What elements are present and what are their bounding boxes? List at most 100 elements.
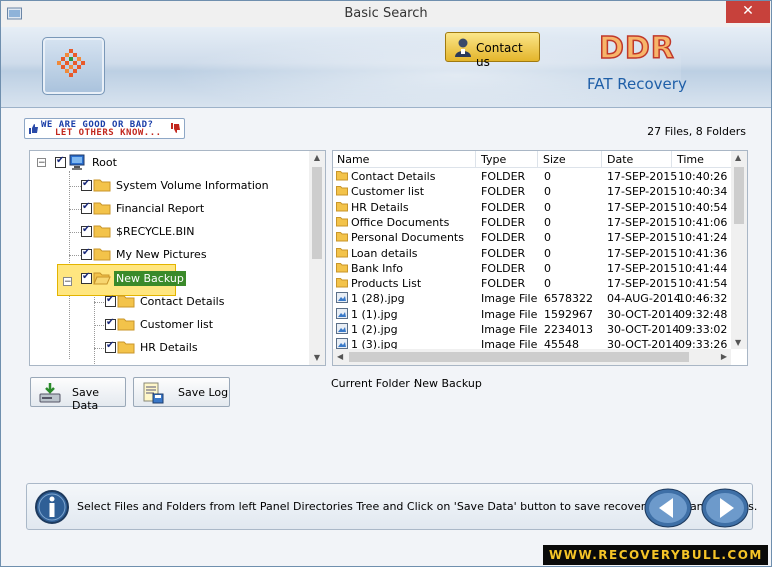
file-row[interactable]: Contact Details FOLDER 0 17-SEP-2015 10:40:2…	[333, 169, 731, 184]
file-type: Image File	[481, 292, 538, 306]
file-date: 30-OCT-2014	[607, 307, 680, 321]
file-size: 0	[544, 170, 551, 183]
file-size: 1592967	[544, 307, 593, 321]
file-size: 0	[544, 277, 551, 291]
file-type: FOLDER	[481, 277, 526, 291]
file-folder-count: 27 Files, 8 Folders	[647, 125, 746, 138]
file-type: FOLDER	[481, 231, 526, 245]
file-time: 10:41:06	[678, 215, 728, 229]
file-row[interactable]: Products List FOLDER 0 17-SEP-2015 10:41:54	[333, 276, 731, 291]
computer-icon	[69, 154, 85, 170]
file-time: 10:41:24	[678, 231, 728, 245]
file-name: Products List	[351, 277, 422, 291]
node-checkbox[interactable]	[81, 224, 92, 237]
file-row[interactable]: 1 (2).jpg Image File 2234013 30-OCT-2014 09:…	[333, 322, 731, 337]
tree-node-contact-details[interactable]: Contact Details	[30, 292, 300, 312]
root-checkbox[interactable]	[55, 155, 66, 168]
column-header-date[interactable]: Date	[607, 153, 633, 166]
tree-node-recycle-bin[interactable]: $RECYCLE.BIN	[30, 222, 300, 242]
file-date: 30-OCT-2014	[607, 323, 680, 336]
title-bar: Basic Search ✕	[1, 1, 771, 27]
node-checkbox[interactable]	[105, 340, 116, 353]
file-size: 2234013	[544, 323, 593, 336]
scroll-right-arrow-icon[interactable]: ▶	[721, 352, 727, 361]
file-date: 17-SEP-2015	[607, 231, 678, 245]
tree-node-system-volume-information[interactable]: System Volume Information	[30, 176, 300, 196]
directory-tree[interactable]: − Root System Volume Information Financi…	[29, 150, 326, 366]
next-button[interactable]	[701, 488, 749, 528]
column-header-time[interactable]: Time	[677, 153, 704, 166]
tree-node-label: My New Pictures	[116, 248, 207, 261]
tree-node-label: Root	[92, 156, 117, 169]
file-row[interactable]: Bank Info FOLDER 0 17-SEP-2015 10:41:44	[333, 261, 731, 276]
file-time: 10:40:54	[678, 200, 728, 214]
file-row[interactable]: Customer list FOLDER 0 17-SEP-2015 10:40:34	[333, 184, 731, 199]
file-row[interactable]: HR Details FOLDER 0 17-SEP-2015 10:40:54	[333, 200, 731, 215]
scroll-thumb[interactable]	[349, 352, 689, 362]
save-log-icon	[143, 382, 164, 404]
folder-icon	[117, 295, 135, 308]
save-log-label: Save Log	[178, 386, 229, 399]
back-button[interactable]	[644, 488, 692, 528]
thumbs-up-icon	[29, 124, 38, 134]
file-row[interactable]: Personal Documents FOLDER 0 17-SEP-2015 10:4…	[333, 230, 731, 245]
tree-node-customer-list[interactable]: Customer list	[30, 315, 300, 335]
folder-icon	[117, 318, 135, 331]
contact-us-button[interactable]: Contact us	[445, 32, 540, 69]
tree-node-my-new-pictures[interactable]: My New Pictures	[30, 245, 300, 265]
scroll-left-arrow-icon[interactable]: ◀	[337, 352, 343, 361]
website-footer[interactable]: WWW.RECOVERYBULL.COM	[543, 545, 768, 565]
folder-icon	[93, 202, 111, 215]
tree-vertical-scrollbar[interactable]: ▲ ▼	[309, 151, 325, 365]
scroll-down-arrow-icon[interactable]: ▼	[309, 351, 325, 365]
file-list[interactable]: Name Type Size Date Time Contact Details…	[332, 150, 748, 366]
tree-node-hr-details[interactable]: HR Details	[30, 338, 300, 358]
folder-icon	[336, 186, 348, 196]
node-checkbox[interactable]	[81, 247, 92, 260]
file-name: Customer list	[351, 185, 425, 199]
save-data-button[interactable]: Save Data	[30, 377, 126, 412]
image-file-icon	[336, 323, 348, 334]
scroll-thumb[interactable]	[734, 167, 744, 224]
node-checkbox[interactable]	[81, 178, 92, 191]
tree-node-label: Customer list	[140, 318, 214, 331]
file-time: 09:32:48	[678, 307, 728, 321]
feedback-banner[interactable]: WE ARE GOOD OR BAD? LET OTHERS KNOW...	[24, 118, 185, 139]
column-header-type[interactable]: Type	[481, 153, 506, 166]
file-list-vertical-scrollbar[interactable]: ▲ ▼	[731, 151, 747, 349]
column-header-name[interactable]: Name	[337, 153, 369, 166]
scroll-up-arrow-icon[interactable]: ▲	[309, 151, 325, 165]
file-time: 10:40:34	[678, 185, 728, 199]
folder-icon	[93, 248, 111, 261]
node-checkbox[interactable]	[81, 271, 92, 284]
scroll-thumb[interactable]	[312, 167, 322, 259]
file-row[interactable]: 1 (28).jpg Image File 6578322 04-AUG-2014 10…	[333, 291, 731, 306]
file-time: 10:40:26	[678, 170, 728, 183]
column-header-size[interactable]: Size	[543, 153, 566, 166]
close-button[interactable]: ✕	[726, 1, 770, 23]
save-log-button[interactable]: Save Log	[133, 377, 230, 407]
node-checkbox[interactable]	[81, 201, 92, 214]
file-name: 1 (28).jpg	[351, 292, 405, 306]
tree-node-root[interactable]: Root	[30, 153, 300, 173]
main-window: Basic Search ✕ Contact us DDR FAT Recove…	[0, 0, 772, 567]
node-checkbox[interactable]	[105, 317, 116, 330]
file-row[interactable]: Loan details FOLDER 0 17-SEP-2015 10:41:36	[333, 246, 731, 261]
tree-node-new-backup[interactable]: New Backup	[30, 269, 300, 289]
file-date: 17-SEP-2015	[607, 215, 678, 229]
file-row[interactable]: 1 (1).jpg Image File 1592967 30-OCT-2014 09:…	[333, 307, 731, 322]
file-list-horizontal-scrollbar[interactable]: ◀ ▶	[333, 349, 731, 365]
website-url: WWW.RECOVERYBULL.COM	[549, 548, 763, 562]
file-size: 0	[544, 200, 551, 214]
file-type: FOLDER	[481, 215, 526, 229]
folder-icon	[93, 179, 111, 192]
tree-node-label: System Volume Information	[116, 179, 269, 192]
node-checkbox[interactable]	[105, 294, 116, 307]
scroll-down-arrow-icon[interactable]: ▼	[735, 338, 741, 347]
current-folder-label: Current Folder :	[331, 377, 418, 390]
tree-node-financial-report[interactable]: Financial Report	[30, 199, 300, 219]
product-name: FAT Recovery	[587, 75, 687, 93]
brand-logo-text: DDR	[598, 30, 675, 67]
scroll-up-arrow-icon[interactable]: ▲	[735, 153, 741, 162]
file-row[interactable]: Office Documents FOLDER 0 17-SEP-2015 10:41:…	[333, 215, 731, 230]
